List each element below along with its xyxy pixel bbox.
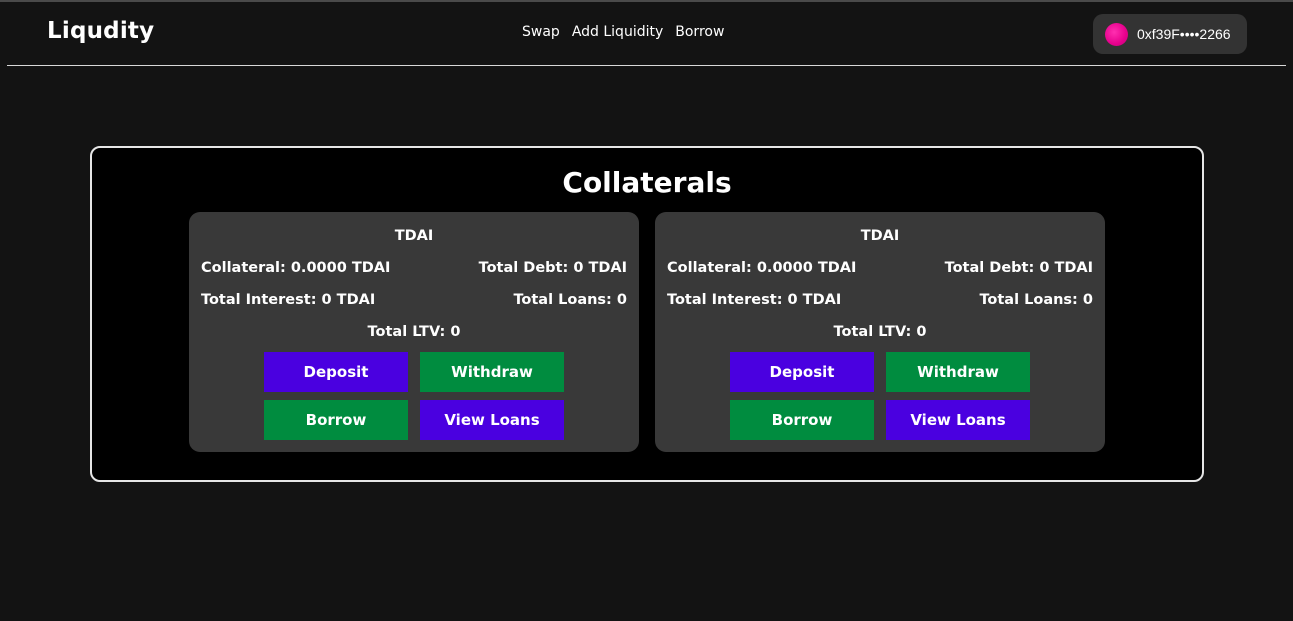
total-interest: Total Interest: 0 TDAI — [201, 292, 376, 308]
collaterals-panel: Collaterals TDAI Collateral: 0.0000 TDAI… — [90, 146, 1204, 482]
wallet-button[interactable]: 0xf39F••••2266 — [1093, 14, 1247, 54]
collateral-card: TDAI Collateral: 0.0000 TDAI Total Debt:… — [655, 212, 1105, 452]
total-loans: Total Loans: 0 — [513, 292, 627, 308]
view-loans-button[interactable]: View Loans — [420, 400, 564, 440]
collateral-amount: Collateral: 0.0000 TDAI — [667, 260, 857, 276]
borrow-button[interactable]: Borrow — [730, 400, 874, 440]
collateral-card: TDAI Collateral: 0.0000 TDAI Total Debt:… — [189, 212, 639, 452]
main-nav: Swap Add Liquidity Borrow — [522, 24, 724, 40]
collateral-amount: Collateral: 0.0000 TDAI — [201, 260, 391, 276]
card-token: TDAI — [394, 228, 434, 244]
avatar-icon — [1105, 22, 1128, 46]
wallet-address: 0xf39F••••2266 — [1137, 26, 1231, 42]
borrow-button[interactable]: Borrow — [264, 400, 408, 440]
card-token: TDAI — [860, 228, 900, 244]
deposit-button[interactable]: Deposit — [730, 352, 874, 392]
total-interest: Total Interest: 0 TDAI — [667, 292, 842, 308]
total-ltv: Total LTV: 0 — [833, 324, 927, 340]
nav-swap[interactable]: Swap — [522, 24, 560, 40]
logo[interactable]: Liqudity — [47, 18, 154, 44]
deposit-button[interactable]: Deposit — [264, 352, 408, 392]
withdraw-button[interactable]: Withdraw — [886, 352, 1030, 392]
nav-borrow[interactable]: Borrow — [675, 24, 724, 40]
view-loans-button[interactable]: View Loans — [886, 400, 1030, 440]
withdraw-button[interactable]: Withdraw — [420, 352, 564, 392]
total-loans: Total Loans: 0 — [979, 292, 1093, 308]
header: Liqudity Swap Add Liquidity Borrow 0xf39… — [7, 2, 1286, 66]
total-debt: Total Debt: 0 TDAI — [478, 260, 627, 276]
page-title: Collaterals — [562, 166, 732, 199]
total-debt: Total Debt: 0 TDAI — [944, 260, 1093, 276]
total-ltv: Total LTV: 0 — [367, 324, 461, 340]
nav-add-liquidity[interactable]: Add Liquidity — [572, 24, 663, 40]
